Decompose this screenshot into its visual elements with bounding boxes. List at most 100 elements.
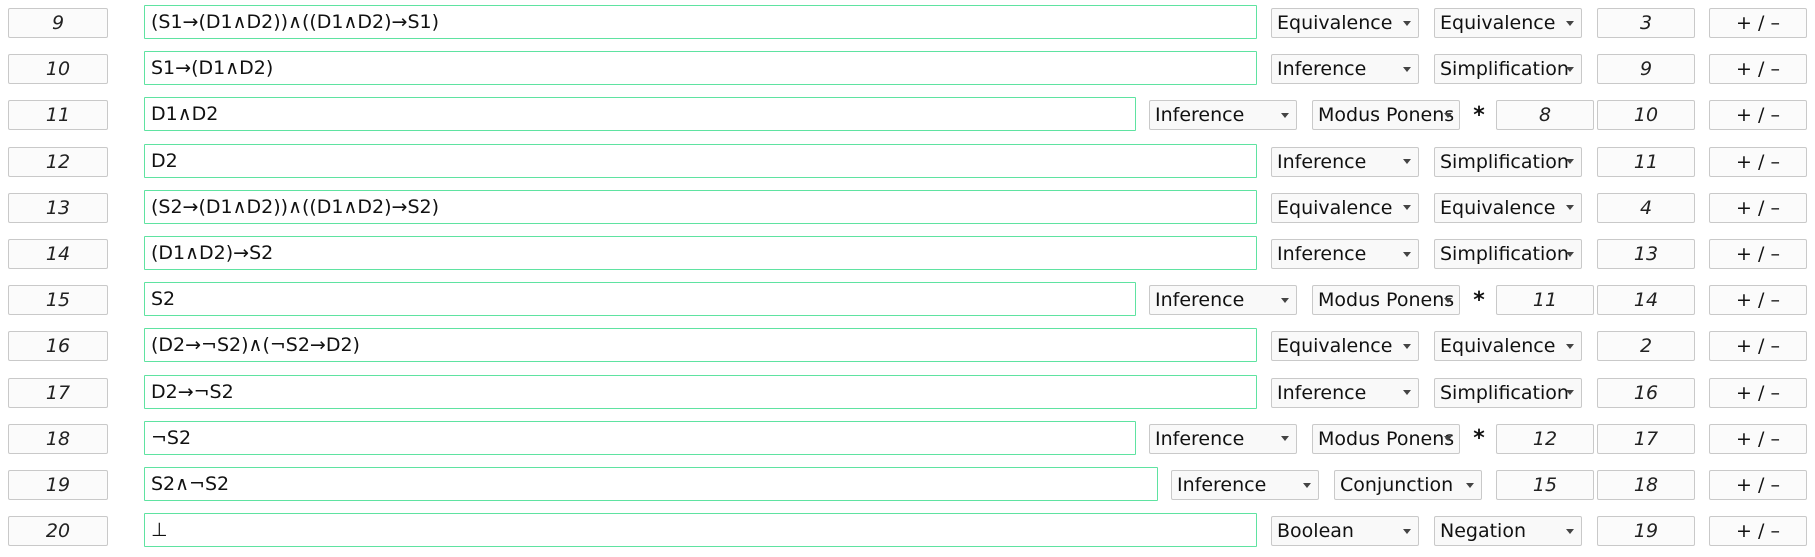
add-remove-button[interactable]: + / – [1709, 54, 1807, 85]
reference-input[interactable]: 14 [1597, 285, 1695, 316]
type-select[interactable]: Inference [1271, 377, 1419, 408]
formula-input[interactable]: (D1∧D2)→S2 [144, 236, 1257, 270]
rule-select[interactable]: Equivalence [1434, 192, 1582, 223]
chevron-down-icon [1566, 517, 1574, 545]
chevron-down-icon [1566, 9, 1574, 37]
formula-input[interactable]: ⊥ [144, 513, 1257, 548]
chevron-down-icon [1403, 9, 1411, 37]
formula-input[interactable]: S2∧¬S2 [144, 467, 1158, 501]
type-select[interactable]: Inference [1271, 54, 1419, 85]
formula-input[interactable]: D2 [144, 143, 1257, 178]
rule-select[interactable]: Conjunction [1334, 470, 1482, 500]
type-select[interactable]: Inference [1149, 285, 1297, 316]
type-select[interactable]: Inference [1171, 470, 1319, 500]
asterisk-marker: * [1473, 102, 1485, 128]
type-select-value: Inference [1277, 150, 1367, 173]
rule-select-value: Modus Ponens [1318, 427, 1455, 450]
add-remove-button[interactable]: + / – [1709, 516, 1807, 547]
add-remove-button[interactable]: + / – [1709, 8, 1807, 38]
line-number: 11 [8, 100, 108, 131]
type-select[interactable]: Boolean [1271, 516, 1419, 547]
reference-input[interactable]: 11 [1597, 146, 1695, 177]
rule-select[interactable]: Simplification [1434, 146, 1582, 177]
chevron-down-icon [1444, 286, 1452, 314]
chevron-down-icon [1303, 471, 1311, 499]
reference-input[interactable]: 18 [1597, 470, 1695, 500]
rule-select[interactable]: Equivalence [1434, 8, 1582, 38]
reference-input[interactable]: 16 [1597, 377, 1695, 408]
rule-select[interactable]: Equivalence [1434, 331, 1582, 362]
chevron-down-icon [1403, 55, 1411, 83]
add-remove-button[interactable]: + / – [1709, 331, 1807, 362]
proof-row: 12 D2 Inference Simplification 11 + / – [0, 139, 1815, 185]
type-select[interactable]: Inference [1149, 423, 1297, 454]
reference-input[interactable]: 2 [1597, 331, 1695, 362]
formula-input[interactable]: (S1→(D1∧D2))∧((D1∧D2)→S1) [144, 5, 1257, 39]
formula-input[interactable]: D2→¬S2 [144, 374, 1257, 409]
reference-input[interactable]: 19 [1597, 516, 1695, 547]
add-remove-button[interactable]: + / – [1709, 239, 1807, 269]
rule-select-value: Equivalence [1440, 12, 1556, 34]
add-remove-button[interactable]: + / – [1709, 470, 1807, 500]
rule-select[interactable]: Modus Ponens [1312, 285, 1460, 316]
formula-input[interactable]: (D2→¬S2)∧(¬S2→D2) [144, 328, 1257, 363]
line-number: 17 [8, 377, 108, 408]
formula-input[interactable]: ¬S2 [144, 420, 1136, 455]
rule-select-value: Modus Ponens [1318, 104, 1455, 127]
chevron-down-icon [1566, 55, 1574, 83]
chevron-down-icon [1444, 425, 1452, 453]
rule-select-value: Simplification [1440, 58, 1569, 81]
rule-select[interactable]: Simplification [1434, 377, 1582, 408]
proof-row: 14 (D1∧D2)→S2 Inference Simplification 13 + /… [0, 231, 1815, 277]
formula-input[interactable]: D1∧D2 [144, 97, 1136, 132]
proof-row: 9 (S1→(D1∧D2))∧((D1∧D2)→S1) Equivalence Equ… [0, 0, 1815, 46]
add-remove-button[interactable]: + / – [1709, 377, 1807, 408]
rule-select[interactable]: Simplification [1434, 239, 1582, 269]
line-number: 10 [8, 54, 108, 85]
type-select-value: Inference [1155, 104, 1245, 127]
proof-row: 18 ¬S2 Inference Modus Ponens * 12 17 + / – [0, 416, 1815, 462]
rule-select[interactable]: Modus Ponens [1312, 423, 1460, 454]
asterisk-marker: * [1473, 426, 1485, 452]
reference-input[interactable]: 12 [1496, 423, 1594, 454]
add-remove-button[interactable]: + / – [1709, 423, 1807, 454]
reference-input[interactable]: 9 [1597, 54, 1695, 85]
chevron-down-icon [1566, 379, 1574, 407]
type-select[interactable]: Inference [1149, 100, 1297, 131]
chevron-down-icon [1403, 194, 1411, 222]
add-remove-button[interactable]: + / – [1709, 192, 1807, 223]
type-select[interactable]: Inference [1271, 239, 1419, 269]
rule-select[interactable]: Negation [1434, 516, 1582, 547]
add-remove-button[interactable]: + / – [1709, 100, 1807, 131]
chevron-down-icon [1281, 286, 1289, 314]
type-select[interactable]: Equivalence [1271, 8, 1419, 38]
reference-input[interactable]: 11 [1496, 285, 1594, 316]
proof-row: 10 S1→(D1∧D2) Inference Simplification 9 + / … [0, 46, 1815, 92]
formula-input[interactable]: S1→(D1∧D2) [144, 51, 1257, 86]
type-select-value: Inference [1277, 243, 1367, 265]
reference-input[interactable]: 10 [1597, 100, 1695, 131]
proof-row: 13 (S2→(D1∧D2))∧((D1∧D2)→S2) Equivalence Eq… [0, 185, 1815, 231]
formula-input[interactable]: S2 [144, 282, 1136, 317]
type-select[interactable]: Inference [1271, 146, 1419, 177]
chevron-down-icon [1281, 425, 1289, 453]
reference-input[interactable]: 17 [1597, 423, 1695, 454]
reference-input[interactable]: 8 [1496, 100, 1594, 131]
reference-input[interactable]: 15 [1496, 470, 1594, 500]
rule-select-value: Equivalence [1440, 196, 1556, 219]
add-remove-button[interactable]: + / – [1709, 285, 1807, 316]
reference-input[interactable]: 4 [1597, 192, 1695, 223]
rule-select[interactable]: Modus Ponens [1312, 100, 1460, 131]
rule-select[interactable]: Simplification [1434, 54, 1582, 85]
line-number: 14 [8, 239, 108, 269]
type-select[interactable]: Equivalence [1271, 331, 1419, 362]
type-select-value: Inference [1155, 289, 1245, 312]
reference-input[interactable]: 3 [1597, 8, 1695, 38]
formula-input[interactable]: (S2→(D1∧D2))∧((D1∧D2)→S2) [144, 189, 1257, 224]
line-number: 13 [8, 192, 108, 223]
add-remove-button[interactable]: + / – [1709, 146, 1807, 177]
reference-input[interactable]: 13 [1597, 239, 1695, 269]
chevron-down-icon [1566, 240, 1574, 268]
type-select[interactable]: Equivalence [1271, 192, 1419, 223]
line-number: 19 [8, 470, 108, 500]
